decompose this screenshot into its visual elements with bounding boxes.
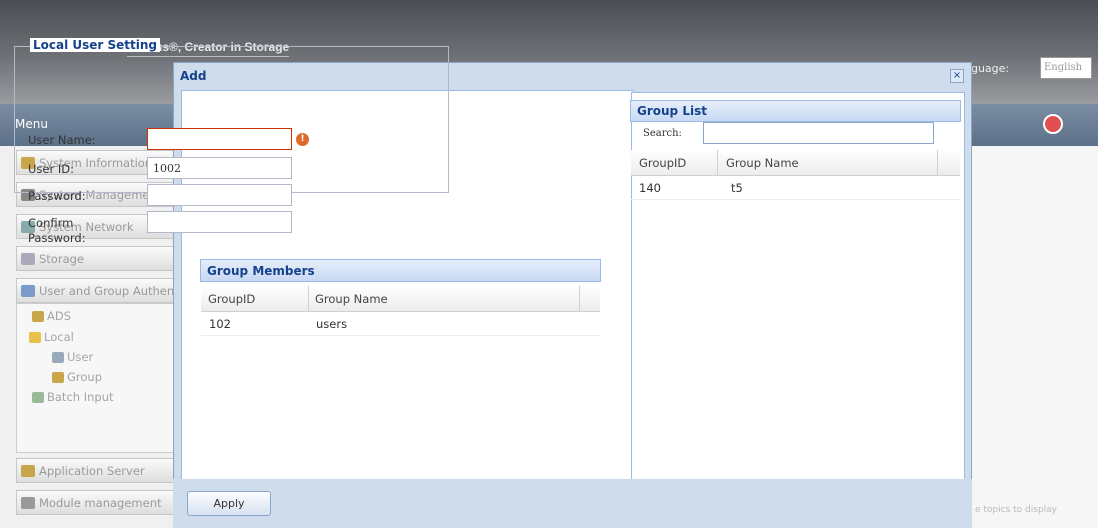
column-groupid[interactable]: GroupID xyxy=(639,156,686,170)
group-list-columns: GroupID Group Name xyxy=(631,150,960,176)
group-members-columns: GroupID Group Name xyxy=(201,286,600,312)
password-input[interactable] xyxy=(147,184,292,206)
sidebar-item-storage[interactable]: Storage xyxy=(16,246,174,271)
password-label: Password: xyxy=(28,189,86,203)
folder-icon xyxy=(29,332,41,343)
server-icon xyxy=(21,465,35,477)
sidebar-item-label: Application Server xyxy=(39,464,145,478)
column-groupid[interactable]: GroupID xyxy=(208,292,255,306)
search-input[interactable] xyxy=(703,122,934,144)
sidebar-item-label: Storage xyxy=(39,252,84,266)
ads-icon xyxy=(32,311,44,322)
cell-groupid: 102 xyxy=(209,317,231,331)
confirm-label-line1: Confirm xyxy=(28,216,74,230)
column-separator xyxy=(308,286,309,312)
language-select[interactable]: English xyxy=(1040,57,1092,79)
column-separator xyxy=(717,150,718,176)
sidebar-item-user-group-auth[interactable]: User and Group Authentication xyxy=(16,278,174,303)
error-icon: ! xyxy=(296,133,309,146)
logout-icon[interactable] xyxy=(1043,114,1063,134)
group-icon xyxy=(52,372,64,383)
apply-button[interactable]: Apply xyxy=(187,491,271,516)
user-name-input[interactable] xyxy=(147,128,292,150)
users-icon xyxy=(21,285,35,297)
confirm-label-line2: Password: xyxy=(28,231,86,245)
group-list-title: Group List xyxy=(630,100,961,122)
search-label: Search: xyxy=(643,128,682,139)
confirm-password-input[interactable] xyxy=(147,211,292,233)
batch-icon xyxy=(32,392,44,403)
paging-status: e topics to display xyxy=(975,505,1057,515)
column-group-name[interactable]: Group Name xyxy=(315,292,388,306)
content-area xyxy=(964,146,1098,528)
user-id-label: User ID: xyxy=(28,162,74,176)
storage-icon xyxy=(21,253,35,265)
cell-groupid: 140 xyxy=(639,181,661,195)
user-id-input[interactable]: 1002 xyxy=(147,157,292,179)
table-row[interactable]: 140 t5 xyxy=(631,176,960,200)
local-user-legend: Local User Setting xyxy=(30,38,161,52)
group-members-title: Group Members xyxy=(200,259,601,282)
cell-group-name: users xyxy=(316,317,348,331)
tree-item-user[interactable]: User xyxy=(52,350,93,364)
tree-label: ADS xyxy=(47,309,72,323)
column-separator xyxy=(937,150,938,176)
user-name-label: User Name: xyxy=(28,133,96,147)
sidebar-item-label: User and Group Authentication xyxy=(39,284,174,298)
tree-item-local[interactable]: Local xyxy=(29,330,74,344)
tree-label: User xyxy=(67,350,94,364)
tree-label: Local xyxy=(44,330,74,344)
module-icon xyxy=(21,497,35,509)
dialog-footer xyxy=(173,479,972,528)
confirm-password-label: Confirm Password: xyxy=(28,216,86,246)
tree-item-group[interactable]: Group xyxy=(52,370,102,384)
table-row[interactable]: 102 users xyxy=(201,312,600,336)
sidebar-item-application-server[interactable]: Application Server xyxy=(16,458,174,483)
close-icon[interactable]: × xyxy=(950,69,964,83)
column-group-name[interactable]: Group Name xyxy=(726,156,799,170)
tree-item-batch-input[interactable]: Batch Input xyxy=(32,390,114,404)
tree-label: Group xyxy=(67,370,103,384)
tree-label: Batch Input xyxy=(47,390,114,404)
tree-item-ads[interactable]: ADS xyxy=(32,309,71,323)
column-separator xyxy=(579,286,580,312)
user-icon xyxy=(52,352,64,363)
sidebar-item-label: Module management xyxy=(39,496,162,510)
sidebar-item-module-management[interactable]: Module management xyxy=(16,490,174,515)
cell-group-name: t5 xyxy=(731,181,743,195)
